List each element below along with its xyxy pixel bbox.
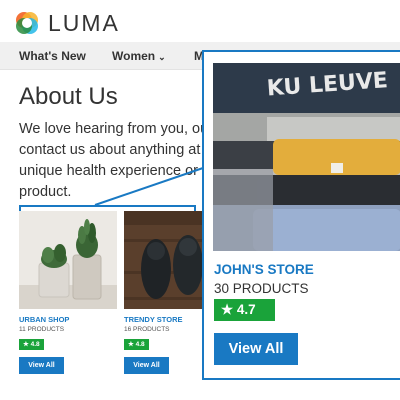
nav-item-label: Women [112, 49, 156, 63]
intro-line: contact us about anything at [19, 142, 201, 158]
view-all-button[interactable]: View All [214, 333, 298, 365]
store-product-count: 11 PRODUCTS [19, 326, 65, 333]
store-product-count: 30 PRODUCTS [214, 281, 309, 296]
store-rating-value: 4.8 [135, 341, 145, 348]
store-rating-badge: ★ 4.8 [19, 339, 44, 350]
star-icon: ★ [23, 341, 29, 348]
store-rating-value: 4.7 [236, 302, 256, 317]
highlight-bracket [19, 205, 196, 207]
view-all-button[interactable]: View All [19, 357, 64, 374]
store-name[interactable]: URBAN SHOP [19, 315, 117, 324]
page-title: About Us [19, 83, 118, 110]
logo-text[interactable]: LUMA [48, 9, 120, 37]
zoomed-store-card: KU LEUVE JOHN'S STORE 30 PRODUCTS ★ 4.7 … [202, 50, 400, 380]
store-image-succulents[interactable] [19, 211, 117, 309]
store-rating-badge: ★ 4.7 [214, 299, 275, 321]
store-image-t-shirts[interactable]: KU LEUVE [213, 63, 400, 251]
intro-line: We love hearing from you, ou [19, 121, 209, 137]
intro-line: product. [19, 184, 72, 200]
luma-logo-icon[interactable] [13, 9, 41, 37]
store-rating-value: 4.8 [30, 341, 40, 348]
nav-item-label: What's New [19, 49, 86, 63]
store-rating-badge: ★ 4.8 [124, 339, 149, 350]
chevron-down-icon: ⌄ [158, 52, 166, 62]
view-all-button[interactable]: View All [124, 357, 169, 374]
nav-item-women[interactable]: Women ⌄ [112, 42, 166, 70]
site-header: LUMA [0, 0, 400, 42]
intro-line: unique health experience or [19, 163, 198, 179]
intro-paragraph: We love hearing from you, ou contact us … [19, 119, 209, 203]
store-name[interactable]: JOHN'S STORE [214, 262, 314, 277]
star-icon: ★ [221, 302, 234, 317]
nav-item-whats-new[interactable]: What's New [19, 42, 86, 70]
store-card: URBAN SHOP 11 PRODUCTS ★ 4.8 View All [19, 211, 117, 374]
star-icon: ★ [128, 341, 134, 348]
